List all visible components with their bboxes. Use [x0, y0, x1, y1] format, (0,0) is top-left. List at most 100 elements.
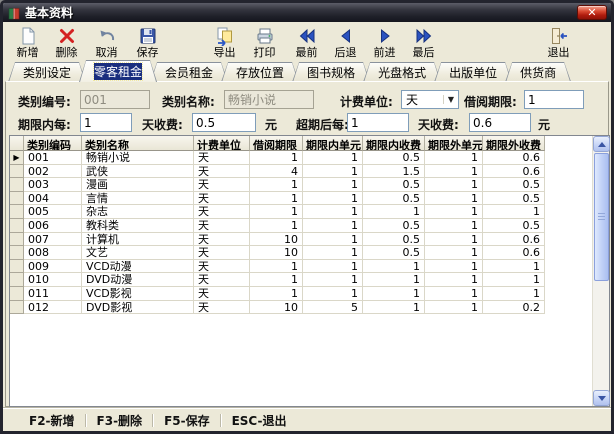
back-button[interactable]: 后退 — [327, 23, 364, 61]
cell: 1 — [425, 192, 483, 206]
borrow-period-input[interactable] — [524, 90, 584, 109]
last-button[interactable]: 最后 — [405, 23, 442, 61]
table-row[interactable]: 012DVD影视天105110.2 — [10, 301, 609, 315]
overdue-fee-input[interactable] — [469, 113, 531, 132]
vertical-scrollbar[interactable] — [592, 136, 609, 406]
cell: 10 — [250, 301, 303, 315]
table-row[interactable]: 002武侠天411.510.6 — [10, 165, 609, 179]
close-icon: ✕ — [587, 6, 596, 19]
titlebar: 基本资料 ✕ — [3, 3, 611, 22]
delete-button[interactable]: 删除 — [48, 23, 85, 61]
table-row[interactable]: 007计算机天1010.510.6 — [10, 233, 609, 247]
row-selector[interactable] — [10, 165, 24, 179]
current-row-indicator[interactable]: ▶ — [10, 151, 24, 165]
cell: 1 — [303, 233, 363, 247]
row-selector[interactable] — [10, 273, 24, 287]
cell: 天 — [194, 233, 250, 247]
row-selector[interactable] — [10, 301, 24, 315]
forward-button[interactable]: 前进 — [366, 23, 403, 61]
tab-storage-location[interactable]: 存放位置 — [221, 62, 299, 82]
export-copy-icon — [215, 26, 235, 46]
statusbar-item: F2-新增 — [29, 412, 75, 429]
export-button[interactable]: 导出 — [206, 23, 243, 61]
tab-label: 供货商 — [520, 64, 556, 81]
overdue-per-input[interactable] — [347, 113, 409, 132]
category-name-input[interactable] — [224, 90, 314, 109]
row-selector[interactable] — [10, 287, 24, 301]
row-selector[interactable] — [10, 246, 24, 260]
cell: 0.5 — [363, 233, 425, 247]
cell: 1 — [363, 273, 425, 287]
cell: DVD影视 — [82, 301, 194, 315]
table-row[interactable]: 004言情天110.510.5 — [10, 192, 609, 206]
cancel-button[interactable]: 取消 — [88, 23, 125, 61]
cell: 1 — [363, 301, 425, 315]
close-button[interactable]: ✕ — [577, 5, 607, 20]
scroll-thumb[interactable] — [594, 153, 609, 281]
new-button[interactable]: 新增 — [9, 23, 46, 61]
cell: 10 — [250, 233, 303, 247]
category-code-input[interactable] — [80, 90, 150, 109]
cell: 0.5 — [363, 219, 425, 233]
scroll-up-button[interactable] — [593, 136, 610, 152]
exit-button[interactable]: 退出 — [540, 23, 577, 61]
cell: 教科类 — [82, 219, 194, 233]
cell: 1 — [303, 260, 363, 274]
undo-arrow-icon — [97, 26, 117, 46]
cell: 1 — [250, 205, 303, 219]
cell: 计算机 — [82, 233, 194, 247]
table-row[interactable]: 003漫画天110.510.5 — [10, 178, 609, 192]
new-button-label: 新增 — [17, 46, 39, 59]
tab-disc-format[interactable]: 光盘格式 — [363, 62, 441, 82]
column-header: 期限外收费 — [483, 136, 545, 151]
row-selector[interactable] — [10, 233, 24, 247]
back-button-label: 后退 — [335, 46, 357, 59]
chevron-up-icon — [598, 142, 606, 147]
table-row[interactable]: 010DVD动漫天11111 — [10, 273, 609, 287]
within-fee-input[interactable] — [192, 113, 256, 132]
tab-label: 零客租金 — [94, 63, 142, 80]
print-button[interactable]: 打印 — [246, 23, 283, 61]
table-row[interactable]: ▶001畅销小说天110.510.6 — [10, 151, 609, 165]
table-row[interactable]: 011VCD影视天11111 — [10, 287, 609, 301]
tab-label: 出版单位 — [449, 64, 497, 81]
save-button[interactable]: 保存 — [129, 23, 166, 61]
scroll-down-button[interactable] — [593, 390, 610, 406]
forward-button-label: 前进 — [374, 46, 396, 59]
overdue-per-label: 超期后每: — [296, 116, 349, 133]
first-button[interactable]: 最前 — [288, 23, 325, 61]
delete-x-icon — [57, 26, 77, 46]
tab-category-setting[interactable]: 类别设定 — [8, 62, 86, 82]
exit-button-label: 退出 — [548, 46, 570, 59]
cell: 1 — [425, 287, 483, 301]
cell: 1 — [250, 273, 303, 287]
tab-book-spec[interactable]: 图书规格 — [292, 62, 370, 82]
tab-member-rent[interactable]: 会员租金 — [150, 62, 228, 82]
row-selector[interactable] — [10, 178, 24, 192]
exit-door-icon — [549, 26, 569, 46]
cell: DVD动漫 — [82, 273, 194, 287]
row-selector[interactable] — [10, 205, 24, 219]
cell: 1 — [425, 301, 483, 315]
tab-supplier[interactable]: 供货商 — [505, 62, 571, 82]
tab-publisher[interactable]: 出版单位 — [434, 62, 512, 82]
cell: 1 — [303, 178, 363, 192]
cell: 0.5 — [363, 246, 425, 260]
within-per-input[interactable] — [80, 113, 132, 132]
table-row[interactable]: 009VCD动漫天11111 — [10, 260, 609, 274]
row-selector[interactable] — [10, 219, 24, 233]
billing-unit-select[interactable]: 天 ▼ — [401, 90, 459, 109]
table-row[interactable]: 006教科类天110.510.5 — [10, 219, 609, 233]
table-row[interactable]: 008文艺天1010.510.6 — [10, 246, 609, 260]
cell: 天 — [194, 246, 250, 260]
within-fee-label: 天收费: — [142, 116, 183, 133]
row-selector[interactable] — [10, 192, 24, 206]
cell: 1 — [483, 205, 545, 219]
cell: 0.5 — [483, 219, 545, 233]
row-selector[interactable] — [10, 260, 24, 274]
cell: 1 — [303, 273, 363, 287]
tab-retail-rent[interactable]: 零客租金 — [79, 60, 157, 82]
within-per-label: 期限内每: — [18, 116, 71, 133]
cell: 武侠 — [82, 165, 194, 179]
table-row[interactable]: 005杂志天11111 — [10, 205, 609, 219]
